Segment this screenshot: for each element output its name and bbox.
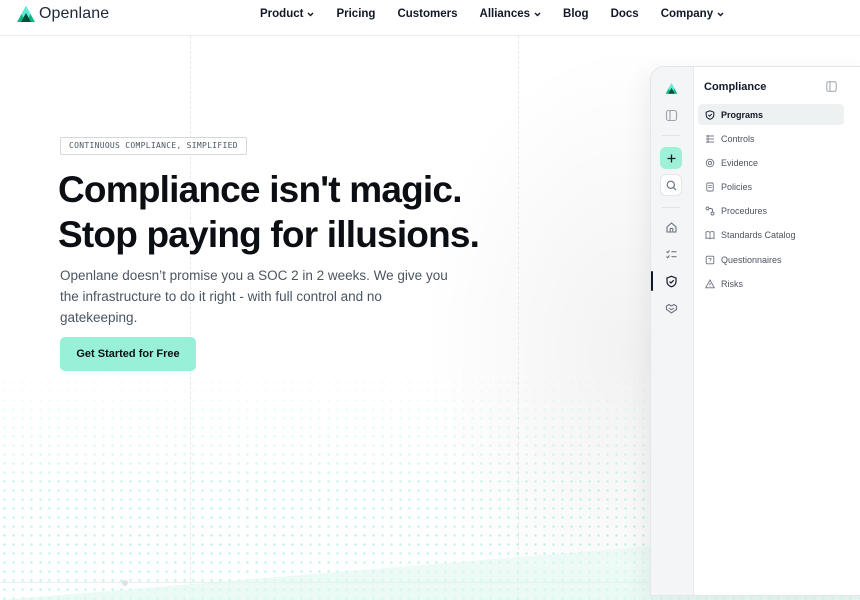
nav-item-risks[interactable]: Risks <box>698 273 844 294</box>
create-button[interactable] <box>660 147 682 169</box>
nav-customers[interactable]: Customers <box>397 8 457 20</box>
collapse-panel-icon[interactable] <box>826 81 837 92</box>
nav-company-label: Company <box>660 8 714 20</box>
partners-button[interactable] <box>660 297 682 319</box>
nav-blog[interactable]: Blog <box>563 8 589 20</box>
shield-check-icon <box>705 109 715 120</box>
nav-item-label: Controls <box>721 133 755 144</box>
procedures-icon <box>705 206 715 216</box>
nav-product-label: Product <box>260 8 304 20</box>
nav-blog-label: Blog <box>563 8 589 20</box>
top-navbar: Openlane Product Pricing Customers Allia… <box>0 0 860 36</box>
nav-company[interactable]: Company <box>661 8 724 20</box>
chevron-down-icon <box>307 12 314 16</box>
layout-icon <box>665 109 677 121</box>
hero-subtext: Openlane doesn’t promise you a SOC 2 in … <box>60 268 448 325</box>
tasks-button[interactable] <box>660 243 682 265</box>
nav-alliances-label: Alliances <box>479 8 531 20</box>
nav-item-label: Risks <box>721 278 743 289</box>
compliance-button[interactable] <box>660 270 682 292</box>
nav-docs[interactable]: Docs <box>611 8 639 20</box>
nav-item-label: Procedures <box>721 206 768 217</box>
evidence-icon <box>705 158 715 168</box>
openlane-logo-icon <box>17 6 35 22</box>
nav-item-procedures[interactable]: Procedures <box>698 201 844 222</box>
rail-divider <box>662 207 680 208</box>
get-started-button[interactable]: Get Started for Free <box>60 337 196 371</box>
nav-customers-label: Customers <box>397 8 458 20</box>
handshake-icon <box>665 303 677 314</box>
home-icon <box>665 221 677 233</box>
layout-toggle-icon[interactable] <box>660 104 682 126</box>
policies-icon <box>706 182 714 192</box>
hero-badge: CONTINUOUS COMPLIANCE, SIMPLIFIED <box>60 137 247 155</box>
shield-icon <box>665 275 677 287</box>
search-button[interactable] <box>660 174 682 196</box>
main-menu: Product Pricing Customers Alliances Blog… <box>260 8 746 20</box>
plus-icon <box>667 154 675 162</box>
brand-logo-link[interactable]: Openlane <box>16 5 109 23</box>
search-icon <box>666 180 676 190</box>
nav-item-label: Policies <box>721 182 753 193</box>
brand-name: Openlane <box>39 5 110 22</box>
book-icon <box>705 231 715 240</box>
nav-item-programs[interactable]: Programs <box>698 104 844 125</box>
nav-item-evidence[interactable]: Evidence <box>698 152 844 173</box>
grid-node <box>122 580 128 586</box>
chevron-down-icon <box>534 12 541 16</box>
rail-active-indicator <box>651 271 653 291</box>
nav-item-label: Evidence <box>721 157 759 168</box>
hero-headline: Compliance isn't magic. Stop paying for … <box>58 167 488 257</box>
nav-product[interactable]: Product <box>260 8 314 20</box>
compliance-panel: Compliance Programs Controls Evidence Po… <box>693 67 860 595</box>
nav-pricing-label: Pricing <box>336 8 376 20</box>
nav-docs-label: Docs <box>610 8 639 20</box>
nav-item-label: Programs <box>721 109 764 120</box>
nav-item-controls[interactable]: Controls <box>698 128 844 149</box>
app-logo-icon[interactable] <box>660 77 682 99</box>
tasks-icon <box>665 249 676 259</box>
hero-headline-line-2: Stop paying for illusions. <box>58 214 480 255</box>
chevron-down-icon <box>717 12 724 16</box>
nav-item-questionnaires[interactable]: Questionnaires <box>698 249 844 270</box>
nav-alliances[interactable]: Alliances <box>480 8 542 20</box>
rail-divider <box>662 135 680 136</box>
app-icon-rail <box>651 67 691 595</box>
panel-title: Compliance <box>704 81 767 93</box>
compliance-nav-list: Programs Controls Evidence Policies Proc… <box>698 104 844 298</box>
nav-pricing[interactable]: Pricing <box>336 8 375 20</box>
questionnaire-icon <box>705 255 715 264</box>
nav-item-label: Questionnaires <box>721 254 782 265</box>
app-preview-window: Compliance Programs Controls Evidence Po… <box>650 66 860 596</box>
openlane-mark-icon <box>665 82 677 94</box>
nav-item-standards-catalog[interactable]: Standards Catalog <box>698 225 844 246</box>
home-button[interactable] <box>660 216 682 238</box>
hero-headline-line-1: Compliance isn't magic. <box>58 169 462 210</box>
nav-item-label: Standards Catalog <box>721 230 796 241</box>
nav-item-policies[interactable]: Policies <box>698 177 844 198</box>
warning-icon <box>705 278 715 289</box>
controls-icon <box>706 134 714 143</box>
